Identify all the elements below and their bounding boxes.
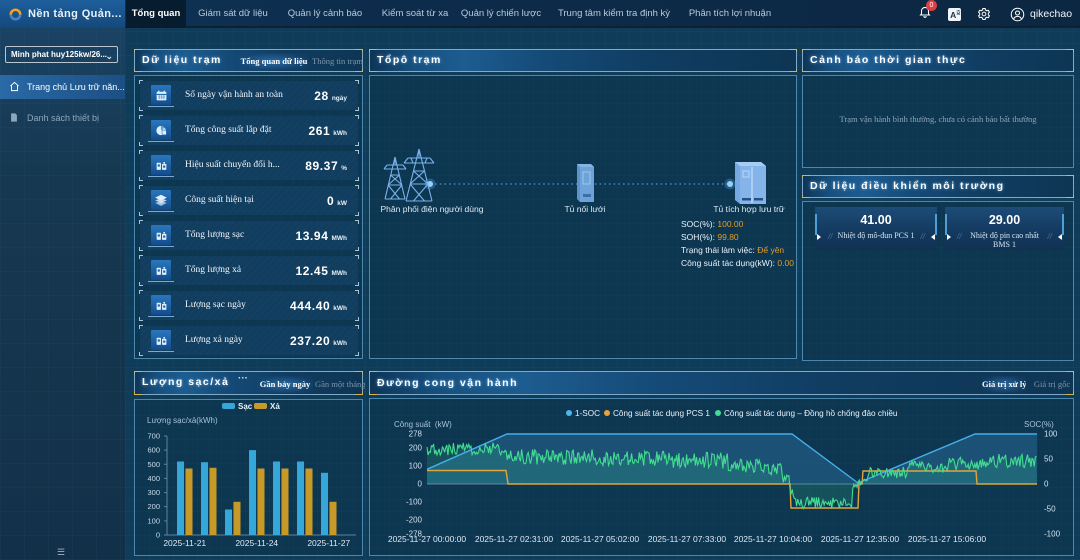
- svg-text:-200: -200: [406, 516, 423, 525]
- svg-text:-100: -100: [1044, 530, 1061, 539]
- svg-text:2025-11-27 12:35:00: 2025-11-27 12:35:00: [821, 534, 900, 544]
- svg-text:100: 100: [147, 516, 160, 525]
- svg-text:2025-11-24: 2025-11-24: [235, 538, 278, 548]
- svg-text:Công suất tác dụng – Đồng hồ c: Công suất tác dụng – Đồng hồ chống đảo c…: [724, 409, 898, 418]
- svg-text:2025-11-21: 2025-11-21: [163, 538, 206, 548]
- svg-text:Xả: Xả: [270, 402, 280, 411]
- svg-text:100: 100: [409, 462, 423, 471]
- svg-text:SOC(%): SOC(%): [1024, 420, 1054, 429]
- svg-text:700: 700: [147, 432, 160, 441]
- svg-text:-50: -50: [1044, 505, 1056, 514]
- svg-text:Công suất (kW): Công suất (kW): [394, 420, 452, 429]
- svg-text:200: 200: [409, 444, 423, 453]
- svg-text:2025-11-27 15:06:00: 2025-11-27 15:06:00: [908, 534, 987, 544]
- svg-text:2025-11-27 05:02:00: 2025-11-27 05:02:00: [561, 534, 640, 544]
- svg-text:2025-11-27 10:04:00: 2025-11-27 10:04:00: [734, 534, 813, 544]
- svg-text:2025-11-27 07:33:00: 2025-11-27 07:33:00: [648, 534, 727, 544]
- svg-text:278: 278: [409, 430, 423, 439]
- svg-text:Lượng sạc/xả(kWh): Lượng sạc/xả(kWh): [147, 416, 218, 425]
- svg-text:-100: -100: [406, 498, 423, 507]
- svg-text:2025-11-27: 2025-11-27: [307, 538, 350, 548]
- svg-text:0: 0: [1044, 480, 1049, 489]
- svg-text:500: 500: [147, 460, 160, 469]
- svg-text:100: 100: [1044, 430, 1058, 439]
- svg-text:1-SOC: 1-SOC: [575, 409, 600, 418]
- svg-text:0: 0: [156, 531, 160, 540]
- svg-text:2025-11-27 02:31:00: 2025-11-27 02:31:00: [475, 534, 554, 544]
- svg-text:400: 400: [147, 474, 160, 483]
- svg-text:Sạc: Sạc: [238, 402, 253, 411]
- svg-text:0: 0: [418, 480, 423, 489]
- svg-text:2025-11-27 00:00:00: 2025-11-27 00:00:00: [388, 534, 467, 544]
- svg-text:Công suất tác dụng PCS 1: Công suất tác dụng PCS 1: [613, 409, 710, 418]
- svg-text:50: 50: [1044, 455, 1053, 464]
- svg-text:300: 300: [147, 488, 160, 497]
- svg-text:A: A: [950, 9, 956, 19]
- svg-text:600: 600: [147, 446, 160, 455]
- svg-text:200: 200: [147, 502, 160, 511]
